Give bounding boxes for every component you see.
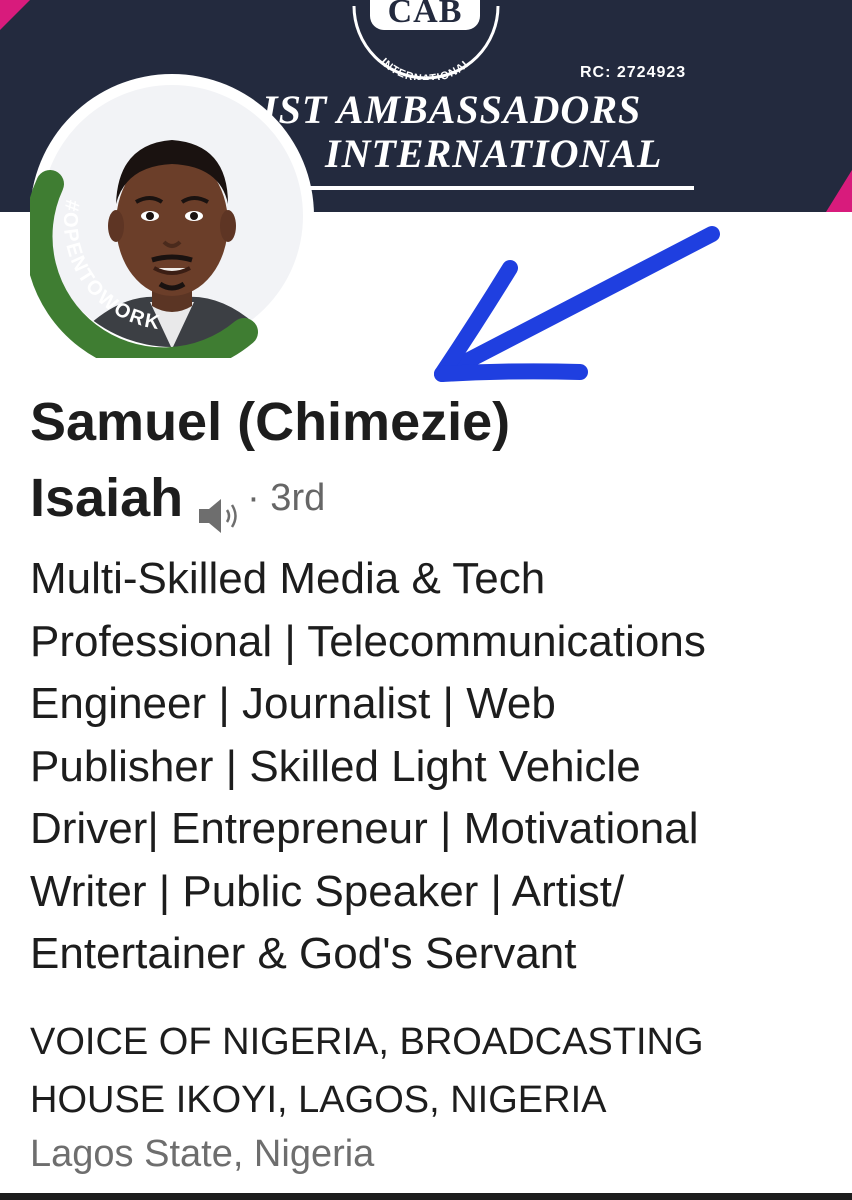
avatar-photo: #OPENTOWORK [30, 76, 312, 358]
name-line1: Samuel (Chimezie) [30, 392, 511, 452]
annotation-arrow [434, 226, 720, 382]
profile-page: INTERNATIONAL CAB RC: 2724923 IST AMBASS… [0, 0, 852, 1200]
bottom-divider [0, 1193, 852, 1200]
name-line2: Isaiah [30, 468, 184, 528]
current-company[interactable]: VOICE OF NIGERIA, BROADCASTING HOUSE IKO… [30, 1013, 830, 1129]
org-underline [310, 186, 694, 190]
banner-accent-left [0, 0, 30, 30]
org-logo: INTERNATIONAL CAB [340, 0, 510, 80]
svg-text:INTERNATIONAL: INTERNATIONAL [378, 56, 474, 80]
banner-accent-right [826, 170, 852, 212]
name-row: Isaiah · 3rd [30, 460, 830, 536]
org-name-line2: INTERNATIONAL [325, 131, 663, 176]
org-name-line1: IST AMBASSADORS [262, 87, 642, 132]
profile-location: Lagos State, Nigeria [30, 1133, 375, 1175]
profile-name: Samuel (Chimezie) Isaiah · 3rd [30, 384, 830, 536]
connection-degree: · 3rd [247, 477, 326, 519]
logo-text: CAB [370, 0, 480, 30]
profile-avatar[interactable]: #OPENTOWORK [30, 74, 314, 358]
profile-headline: Multi-Skilled Media & Tech Professional … [30, 554, 706, 978]
logo-ring-text: INTERNATIONAL [378, 56, 473, 80]
speaker-icon[interactable] [197, 480, 243, 533]
rc-number: RC: 2724923 [580, 64, 687, 81]
